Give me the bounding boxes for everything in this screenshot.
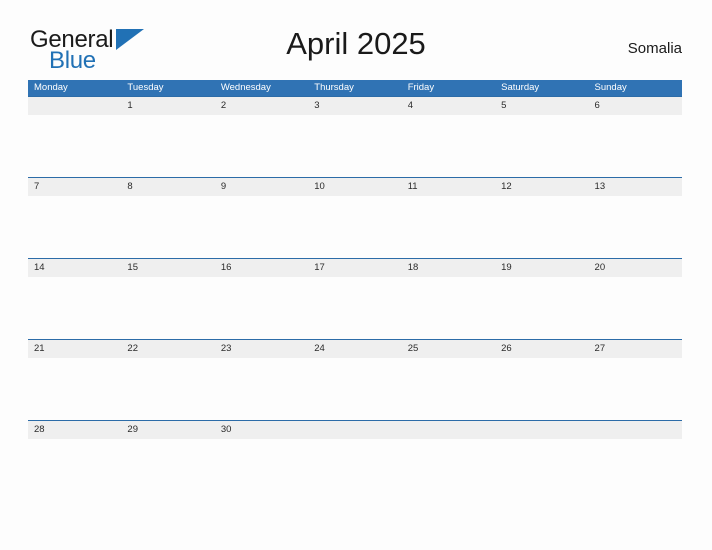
day-cell[interactable] [495, 115, 588, 177]
day-cell[interactable] [589, 115, 682, 177]
calendar-week-row: 21 22 23 24 25 26 27 [28, 339, 682, 420]
day-cell[interactable] [402, 196, 495, 258]
calendar-week-row: 7 8 9 10 11 12 13 [28, 177, 682, 258]
day-cell[interactable] [589, 439, 682, 501]
day-cell[interactable] [495, 439, 588, 501]
day-cell[interactable] [28, 358, 121, 420]
day-number[interactable]: 20 [589, 259, 682, 277]
day-number[interactable]: 30 [215, 421, 308, 439]
day-number[interactable]: 27 [589, 340, 682, 358]
weekday-tuesday: Tuesday [127, 82, 164, 93]
day-number[interactable]: 18 [402, 259, 495, 277]
day-cell[interactable] [215, 439, 308, 501]
day-number[interactable]: 26 [495, 340, 588, 358]
day-cell[interactable] [308, 277, 401, 339]
weekday-friday: Friday [407, 82, 435, 93]
day-cell[interactable] [28, 196, 121, 258]
day-cell[interactable] [589, 358, 682, 420]
day-cell[interactable] [308, 196, 401, 258]
week-date-band: 14 15 16 17 18 19 20 [28, 258, 682, 277]
day-number[interactable]: 25 [402, 340, 495, 358]
day-cell[interactable] [589, 196, 682, 258]
day-cell[interactable] [308, 358, 401, 420]
day-cell[interactable] [589, 277, 682, 339]
day-cell[interactable] [495, 196, 588, 258]
day-number[interactable]: 1 [121, 97, 214, 115]
day-cell[interactable] [402, 277, 495, 339]
day-cell[interactable] [215, 358, 308, 420]
day-number[interactable]: 22 [121, 340, 214, 358]
day-number[interactable]: 24 [308, 340, 401, 358]
day-number[interactable]: 6 [589, 97, 682, 115]
weekday-saturday: Saturday [501, 82, 540, 93]
day-number[interactable]: 2 [215, 97, 308, 115]
page-header: General Blue April 2025 Somalia [0, 0, 712, 74]
day-number[interactable] [495, 421, 588, 439]
week-date-band: 28 29 30 [28, 420, 682, 439]
calendar-week-row: 1 2 3 4 5 6 [28, 96, 682, 177]
day-cell[interactable] [308, 115, 401, 177]
day-number[interactable] [28, 97, 121, 115]
weekday-wednesday: Wednesday [220, 82, 271, 93]
day-cell[interactable] [28, 439, 121, 501]
day-cell[interactable] [215, 277, 308, 339]
day-number[interactable]: 16 [215, 259, 308, 277]
day-cell[interactable] [495, 358, 588, 420]
calendar-page: General Blue April 2025 Somalia Monday T… [0, 0, 712, 550]
day-number[interactable]: 3 [308, 97, 401, 115]
day-number[interactable]: 21 [28, 340, 121, 358]
day-cell[interactable] [28, 115, 121, 177]
weekday-thursday: Thursday [314, 82, 354, 93]
week-note-area [28, 277, 682, 339]
day-cell[interactable] [121, 196, 214, 258]
day-number[interactable]: 9 [215, 178, 308, 196]
day-number[interactable]: 19 [495, 259, 588, 277]
day-number[interactable]: 12 [495, 178, 588, 196]
day-number[interactable]: 17 [308, 259, 401, 277]
day-number[interactable]: 7 [28, 178, 121, 196]
week-note-area [28, 115, 682, 177]
day-cell[interactable] [215, 196, 308, 258]
weekday-header-row: Monday Tuesday Wednesday Thursday Friday… [28, 80, 682, 96]
day-number[interactable]: 15 [121, 259, 214, 277]
week-date-band: 1 2 3 4 5 6 [28, 96, 682, 115]
day-number[interactable]: 10 [308, 178, 401, 196]
region-label: Somalia [627, 40, 682, 57]
day-cell[interactable] [402, 358, 495, 420]
day-cell[interactable] [121, 439, 214, 501]
calendar-grid: Monday Tuesday Wednesday Thursday Friday… [28, 80, 682, 501]
day-number[interactable]: 29 [121, 421, 214, 439]
day-number[interactable]: 8 [121, 178, 214, 196]
day-cell[interactable] [402, 439, 495, 501]
week-note-area [28, 358, 682, 420]
week-note-area [28, 439, 682, 501]
day-number[interactable]: 13 [589, 178, 682, 196]
calendar-week-row: 14 15 16 17 18 19 20 [28, 258, 682, 339]
day-number[interactable] [402, 421, 495, 439]
day-cell[interactable] [402, 115, 495, 177]
day-cell[interactable] [121, 358, 214, 420]
day-number[interactable] [589, 421, 682, 439]
day-cell[interactable] [121, 115, 214, 177]
weekday-monday: Monday [34, 82, 68, 93]
week-date-band: 7 8 9 10 11 12 13 [28, 177, 682, 196]
day-number[interactable]: 28 [28, 421, 121, 439]
weekday-sunday: Sunday [594, 82, 627, 93]
day-cell[interactable] [121, 277, 214, 339]
day-cell[interactable] [495, 277, 588, 339]
day-cell[interactable] [308, 439, 401, 501]
day-number[interactable]: 11 [402, 178, 495, 196]
day-number[interactable]: 23 [215, 340, 308, 358]
calendar-week-row: 28 29 30 [28, 420, 682, 501]
day-number[interactable]: 14 [28, 259, 121, 277]
day-number[interactable] [308, 421, 401, 439]
day-cell[interactable] [28, 277, 121, 339]
day-cell[interactable] [215, 115, 308, 177]
week-date-band: 21 22 23 24 25 26 27 [28, 339, 682, 358]
day-number[interactable]: 4 [402, 97, 495, 115]
day-number[interactable]: 5 [495, 97, 588, 115]
page-title: April 2025 [286, 26, 426, 61]
week-note-area [28, 196, 682, 258]
